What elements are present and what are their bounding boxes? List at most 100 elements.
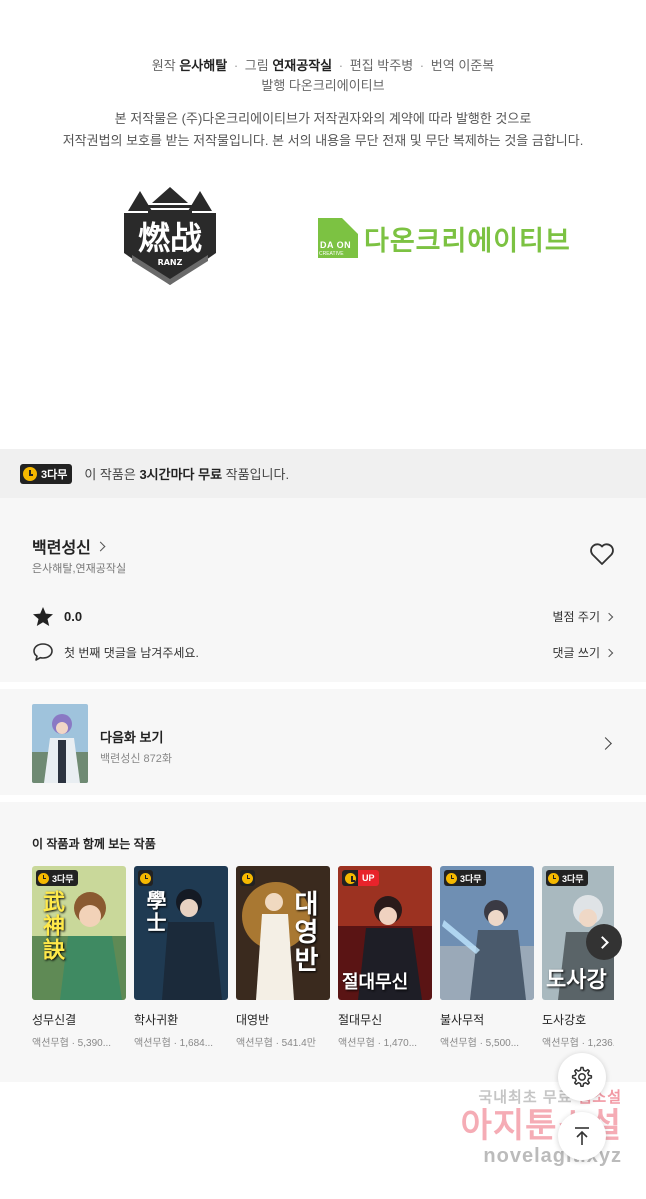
notice-line-2: 저작권법의 보호를 받는 저작물입니다. 본 서의 내용을 무단 전재 및 무단… bbox=[62, 133, 584, 148]
clock-icon bbox=[548, 872, 559, 884]
separator: · bbox=[419, 58, 425, 73]
recommendation-card[interactable]: 3다무 불사무적 액션무협 · 5,500... bbox=[440, 866, 534, 1049]
art-label: 그림 bbox=[244, 58, 269, 73]
credits-line-2: 발행 다온크리에이티브 bbox=[0, 76, 646, 96]
copyright-notice: 본 저작물은 (주)다온크리에이티브가 저작권자와의 계약에 따라 발행한 것으… bbox=[0, 108, 646, 152]
recommendation-title: 성무신결 bbox=[32, 1013, 77, 1027]
rate-button[interactable]: 별점 주기 bbox=[552, 608, 614, 625]
series-title-link[interactable]: 백련성신 bbox=[32, 534, 106, 558]
free-badge-label: 3다무 bbox=[41, 468, 68, 481]
recommendation-cover: 學士 bbox=[134, 866, 228, 1000]
series-info-panel: 백련성신 은사해탈,연재공작실 0.0 별점 주기 첫 번째 댓글을 남겨주세요… bbox=[0, 498, 646, 682]
publisher: 다온크리에이티브 bbox=[288, 78, 385, 93]
free-badge: 3다무 bbox=[36, 870, 78, 886]
cover-title: 대영반 bbox=[290, 890, 320, 974]
free-text-prefix: 이 작품은 bbox=[84, 467, 136, 482]
next-episode-card[interactable]: 다음화 보기 백련성신 872화 bbox=[0, 689, 646, 795]
cover-title: 學士 bbox=[143, 890, 165, 934]
recommendation-cover: 대영반 bbox=[236, 866, 330, 1000]
free-text-suffix: 작품입니다. bbox=[225, 467, 290, 482]
comment-prompt-row[interactable]: 첫 번째 댓글을 남겨주세요. bbox=[32, 642, 199, 662]
publisher-logo-daon: DA ON CREATIVE 다온크리에이티브 bbox=[318, 218, 571, 258]
carousel-next-button[interactable] bbox=[586, 924, 622, 960]
recommendation-card[interactable]: 대영반 대영반 액션무협 · 541.4만 bbox=[236, 866, 330, 1049]
write-comment-button[interactable]: 댓글 쓰기 bbox=[552, 644, 614, 661]
translator: 이준복 bbox=[458, 58, 495, 73]
chevron-right-icon bbox=[604, 648, 614, 657]
next-episode-title: 다음화 보기 bbox=[100, 730, 164, 745]
series-authors: 은사해탈,연재공작실 bbox=[32, 563, 127, 575]
free-badge: 3다무 bbox=[546, 870, 588, 886]
arrow-up-icon bbox=[575, 1127, 589, 1145]
scroll-to-top-button[interactable] bbox=[558, 1112, 606, 1160]
badge-label: 3다무 bbox=[52, 873, 74, 884]
recommendation-meta: 액션무협 · 541.4만 bbox=[236, 1038, 316, 1049]
star-icon bbox=[33, 607, 53, 626]
viewer-settings-button[interactable] bbox=[558, 1053, 606, 1101]
free-every-3h-banner: 3다무 이 작품은 3시간마다 무료 작품입니다. bbox=[0, 449, 646, 498]
next-episode-thumbnail bbox=[32, 704, 88, 783]
credits-line-1: 원작 은사해탈 · 그림 연재공작실 · 편집 박주병 · 번역 이준복 bbox=[0, 56, 646, 76]
publisher-logo-ranz: 燃战 RANZ bbox=[118, 183, 222, 289]
chevron-right-icon bbox=[599, 737, 612, 750]
cover-title: 武神訣 bbox=[40, 890, 65, 962]
ranz-logo-icon: 燃战 RANZ bbox=[124, 187, 216, 285]
recommendation-card[interactable]: UP 절대무신 절대무신 액션무협 · 1,470... bbox=[338, 866, 432, 1049]
ranz-logo-text: 燃战 bbox=[138, 219, 202, 257]
watermark-text-a: 국내최초 무료 bbox=[478, 1089, 573, 1106]
update-badge: UP bbox=[342, 870, 379, 886]
recommendations-section: 이 작품과 함께 보는 작품 3다무 武神訣 성무신결 액션무협 · 5,390… bbox=[0, 802, 646, 1082]
original-label: 원작 bbox=[151, 58, 176, 73]
chevron-right-icon bbox=[604, 612, 614, 621]
free-badge bbox=[240, 870, 255, 886]
publisher-label: 발행 bbox=[261, 78, 286, 93]
recommendation-cover: UP 절대무신 bbox=[338, 866, 432, 1000]
recommendation-title: 학사귀환 bbox=[134, 1013, 179, 1027]
daon-logo-box-subtext: CREATIVE bbox=[319, 251, 344, 257]
daon-logo-icon: DA ON CREATIVE bbox=[318, 218, 358, 258]
recommendation-card[interactable]: 學士 학사귀환 액션무협 · 1,684... bbox=[134, 866, 228, 1049]
notice-line-1: 본 저작물은 (주)다온크리에이티브가 저작권자와의 계약에 따라 발행한 것으… bbox=[114, 111, 532, 126]
recommendation-title: 절대무신 bbox=[338, 1013, 383, 1027]
recommendations-heading: 이 작품과 함께 보는 작품 bbox=[32, 837, 156, 851]
recommendation-cover: 3다무 bbox=[440, 866, 534, 1000]
clock-icon bbox=[344, 872, 356, 884]
comment-icon bbox=[33, 643, 53, 661]
translate-label: 번역 bbox=[430, 58, 455, 73]
recommendation-card[interactable]: 3다무 武神訣 성무신결 액션무협 · 5,390... bbox=[32, 866, 126, 1049]
cover-title: 도사강 bbox=[546, 967, 607, 992]
recommendation-meta: 액션무협 · 1,470... bbox=[338, 1038, 418, 1049]
free-badge bbox=[138, 870, 153, 886]
write-comment-label: 댓글 쓰기 bbox=[552, 646, 601, 660]
recommendation-cover: 3다무 武神訣 bbox=[32, 866, 126, 1000]
badge-label: 3다무 bbox=[460, 873, 482, 884]
series-title: 백련성신 bbox=[32, 540, 91, 557]
chevron-right-icon bbox=[95, 541, 106, 551]
daon-logo-box-text: DA ON bbox=[320, 240, 352, 250]
rate-button-label: 별점 주기 bbox=[552, 610, 601, 624]
ranz-logo-subtext: RANZ bbox=[158, 258, 183, 267]
chevron-right-icon bbox=[596, 935, 609, 949]
recommendation-meta: 액션무협 · 1,236... bbox=[542, 1038, 614, 1049]
recommendation-meta: 액션무협 · 1,684... bbox=[134, 1038, 214, 1049]
free-badge: 3다무 bbox=[444, 870, 486, 886]
free-badge: 3다무 bbox=[20, 463, 73, 484]
editor: 박주병 bbox=[377, 58, 414, 73]
recommendation-title: 도사강호 bbox=[542, 1013, 587, 1027]
clock-icon bbox=[23, 466, 37, 481]
credits: 원작 은사해탈 · 그림 연재공작실 · 편집 박주병 · 번역 이준복 발행 … bbox=[0, 56, 646, 96]
art-author: 연재공작실 bbox=[272, 58, 333, 73]
clock-icon bbox=[38, 872, 49, 884]
gear-icon bbox=[571, 1066, 593, 1088]
recommendation-meta: 액션무협 · 5,390... bbox=[32, 1038, 112, 1049]
recommendations-carousel: 3다무 武神訣 성무신결 액션무협 · 5,390... 學士 학사귀환 액션무… bbox=[32, 866, 614, 1056]
original-author: 은사해탈 bbox=[179, 58, 228, 73]
comment-prompt-text: 첫 번째 댓글을 남겨주세요. bbox=[64, 645, 199, 660]
edit-label: 편집 bbox=[349, 58, 374, 73]
free-banner-text: 이 작품은 3시간마다 무료 작품입니다. bbox=[84, 464, 289, 483]
cover-title: 절대무신 bbox=[342, 972, 409, 992]
next-episode-subtitle: 백련성신 872화 bbox=[100, 753, 173, 765]
daon-logo-name: 다온크리에이티브 bbox=[364, 225, 571, 256]
recommendation-title: 불사무적 bbox=[440, 1013, 485, 1027]
heart-icon[interactable] bbox=[589, 542, 615, 566]
